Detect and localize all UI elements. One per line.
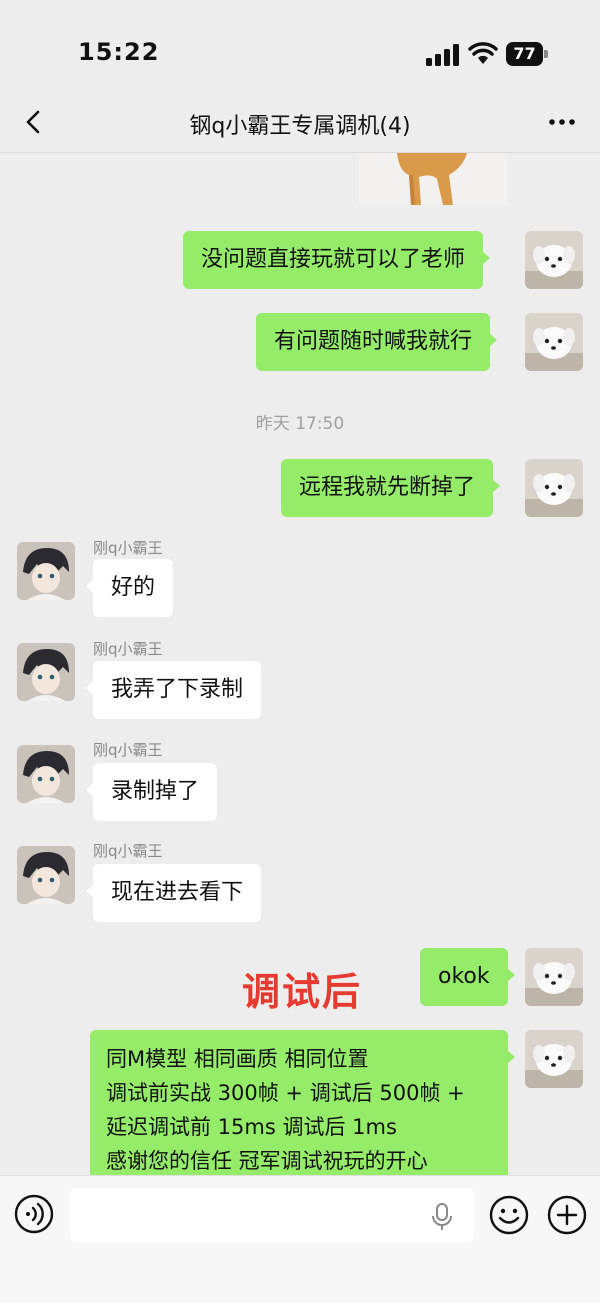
- more-icon[interactable]: [544, 104, 580, 140]
- message-text: 远程我就先断掉了: [299, 475, 476, 500]
- plus-icon[interactable]: [546, 1194, 588, 1236]
- sender-name: 刚q小霸王: [93, 539, 163, 557]
- battery-icon: 77: [506, 42, 548, 66]
- message-list[interactable]: 没问题直接玩就可以了老师 有问题随时喊我就行 昨天 17:50 远程我就先断掉了…: [0, 153, 600, 1175]
- voice-icon[interactable]: [14, 1194, 54, 1234]
- message-line: 调试前实战 300帧 + 调试后 500帧 +: [106, 1081, 465, 1105]
- emoji-icon[interactable]: [488, 1194, 530, 1236]
- contact-avatar[interactable]: [17, 542, 75, 600]
- my-message-bubble[interactable]: 有问题随时喊我就行: [256, 313, 498, 371]
- message-text: 录制掉了: [111, 779, 200, 804]
- sender-name: 刚q小霸王: [93, 842, 163, 860]
- sender-name: 刚q小霸王: [93, 741, 163, 759]
- my-avatar[interactable]: [525, 1030, 583, 1088]
- my-message-bubble[interactable]: 远程我就先断掉了: [281, 459, 501, 517]
- chat-header: 钢q小霸王专属调机(4): [0, 96, 600, 152]
- contact-message-bubble[interactable]: 现在进去看下: [85, 864, 262, 922]
- sender-name: 刚q小霸王: [93, 640, 163, 658]
- message-text: 有问题随时喊我就行: [274, 329, 473, 354]
- contact-message-bubble[interactable]: 我弄了下录制: [85, 661, 262, 719]
- contact-avatar[interactable]: [17, 643, 75, 701]
- message-line: 感谢您的信任 冠军调试祝玩的开心: [106, 1149, 428, 1173]
- chat-title: 钢q小霸王专属调机(4): [189, 114, 411, 139]
- my-message-bubble[interactable]: 没问题直接玩就可以了老师: [183, 231, 491, 289]
- contact-message-bubble[interactable]: 好的: [85, 559, 174, 617]
- image-message[interactable]: [359, 153, 507, 205]
- cellular-signal-icon: [426, 44, 460, 66]
- mic-icon[interactable]: [430, 1202, 454, 1232]
- my-message-bubble[interactable]: 同M模型 相同画质 相同位置 调试前实战 300帧 + 调试后 500帧 + 延…: [90, 1030, 515, 1175]
- contact-message-bubble[interactable]: 录制掉了: [85, 763, 218, 821]
- message-timestamp: 昨天 17:50: [255, 414, 345, 434]
- message-input[interactable]: [70, 1188, 474, 1242]
- input-bar: [0, 1175, 600, 1303]
- message-text: 没问题直接玩就可以了老师: [201, 247, 466, 272]
- wifi-icon: [468, 42, 498, 64]
- message-text: okok: [438, 964, 490, 989]
- my-message-bubble[interactable]: okok: [420, 948, 515, 1006]
- message-line: 延迟调试前 15ms 调试后 1ms: [106, 1115, 397, 1139]
- message-line: 同M模型 相同画质 相同位置: [106, 1047, 369, 1071]
- my-avatar[interactable]: [525, 231, 583, 289]
- status-bar: 15:22 77: [0, 0, 600, 100]
- contact-avatar[interactable]: [17, 745, 75, 803]
- my-avatar[interactable]: [525, 948, 583, 1006]
- overlay-caption: 调试后: [242, 970, 363, 1014]
- my-avatar[interactable]: [525, 313, 583, 371]
- message-text: 现在进去看下: [111, 880, 244, 905]
- my-avatar[interactable]: [525, 459, 583, 517]
- message-text: 好的: [111, 575, 156, 600]
- battery-level: 77: [506, 42, 543, 66]
- status-time: 15:22: [78, 38, 160, 66]
- contact-avatar[interactable]: [17, 846, 75, 904]
- message-text: 我弄了下录制: [111, 677, 244, 702]
